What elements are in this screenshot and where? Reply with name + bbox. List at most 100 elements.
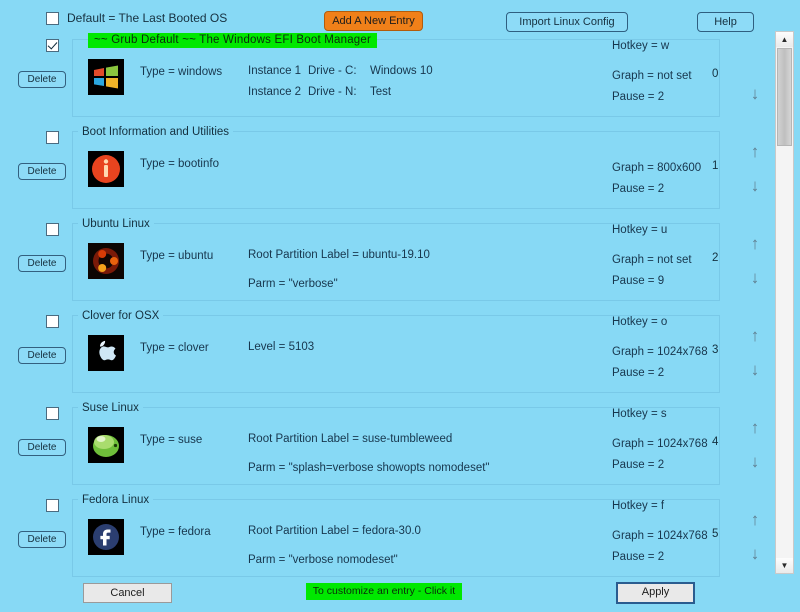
- entry-graph: Graph = 1024x768: [612, 346, 708, 358]
- delete-entry-button[interactable]: Delete: [18, 255, 66, 272]
- entry-index: 0: [712, 68, 719, 80]
- entry-graph: Graph = not set: [612, 70, 692, 82]
- help-button[interactable]: Help: [697, 12, 754, 32]
- entry-graph: Graph = 1024x768: [612, 438, 708, 450]
- entry-type-label: Type = ubuntu: [140, 250, 214, 262]
- instance-number: Instance 1: [248, 65, 302, 77]
- entry-enabled-checkbox[interactable]: [46, 131, 59, 144]
- entry-title: ~~ Grub Default ~~ The Windows EFI Boot …: [88, 33, 378, 48]
- entry-hotkey: Hotkey = s: [612, 408, 667, 420]
- entry-pause: Pause = 9: [612, 275, 665, 287]
- boot-entry-row[interactable]: Delete Ubuntu Linux Type = ubuntu Root Part…: [0, 215, 773, 307]
- boot-entry-row[interactable]: Delete Suse Linux Type = suse Root Partitio…: [0, 399, 773, 491]
- entry-instance-table: Instance 1 Drive - C: Windows 10 Instance 2…: [248, 61, 460, 103]
- entry-title: Suse Linux: [78, 402, 143, 414]
- entry-title: Fedora Linux: [78, 494, 154, 506]
- delete-entry-button[interactable]: Delete: [18, 163, 66, 180]
- entry-hotkey: Hotkey = f: [612, 500, 665, 512]
- entry-enabled-checkbox[interactable]: [46, 315, 59, 328]
- entry-title: Ubuntu Linux: [78, 218, 154, 230]
- delete-entry-button[interactable]: Delete: [18, 71, 66, 88]
- boot-entry-row[interactable]: Delete Clover for OSX Type = clover Level =…: [0, 307, 773, 399]
- entry-details: Root Partition Label = ubuntu-19.10 Parm …: [248, 245, 430, 295]
- boot-entry-row[interactable]: Delete Fedora Linux Type = fedora Root Part…: [0, 491, 773, 583]
- entry-detail-line: Parm = "verbose": [248, 278, 338, 290]
- entry-index: 4: [712, 436, 719, 448]
- scroll-down-icon[interactable]: ▼: [776, 558, 793, 573]
- delete-entry-button[interactable]: Delete: [18, 531, 66, 548]
- move-entry-up-icon[interactable]: ↑: [748, 509, 762, 531]
- boot-entry-row[interactable]: Delete ~~ Grub Default ~~ The Windows EFI…: [0, 31, 773, 123]
- entry-hotkey: Hotkey = u: [612, 224, 668, 236]
- entry-detail-line: Parm = "verbose nomodeset": [248, 554, 398, 566]
- bottom-bar: Cancel To customize an entry - Click it …: [0, 574, 800, 612]
- entry-title: Clover for OSX: [78, 310, 164, 322]
- move-entry-up-icon[interactable]: ↑: [748, 417, 762, 439]
- default-last-booted-checkbox[interactable]: [46, 11, 59, 25]
- boot-entry-list: Delete ~~ Grub Default ~~ The Windows EFI…: [0, 31, 773, 577]
- entry-index: 2: [712, 252, 719, 264]
- entry-hotkey: Hotkey = o: [612, 316, 668, 328]
- entry-details: Root Partition Label = suse-tumbleweed Pa…: [248, 429, 490, 479]
- delete-entry-button[interactable]: Delete: [18, 347, 66, 364]
- entry-type-label: Type = fedora: [140, 526, 211, 538]
- move-entry-up-icon[interactable]: ↑: [748, 325, 762, 347]
- move-entry-down-icon[interactable]: ↓: [748, 543, 762, 565]
- entry-enabled-checkbox[interactable]: [46, 39, 59, 52]
- entry-details: Root Partition Label = fedora-30.0 Parm =…: [248, 521, 421, 571]
- entry-type-label: Type = suse: [140, 434, 203, 446]
- customize-hint-banner: To customize an entry - Click it: [306, 583, 462, 600]
- instance-drive: Drive - N:: [308, 86, 357, 98]
- entry-pause: Pause = 2: [612, 367, 665, 379]
- info-circle-icon: [88, 151, 124, 187]
- entry-enabled-checkbox[interactable]: [46, 223, 59, 236]
- default-last-booted-label: Default = The Last Booted OS: [67, 11, 228, 25]
- list-scrollbar[interactable]: ▲ ▼: [775, 31, 794, 574]
- default-last-booted-row[interactable]: Default = The Last Booted OS: [46, 11, 227, 25]
- entry-index: 3: [712, 344, 719, 356]
- instance-drive: Drive - C:: [308, 65, 357, 77]
- entry-pause: Pause = 2: [612, 91, 665, 103]
- entry-graph: Graph = 1024x768: [612, 530, 708, 542]
- move-entry-down-icon[interactable]: ↓: [748, 175, 762, 197]
- instance-name: Test: [370, 86, 392, 98]
- entry-detail-line: Level = 5103: [248, 341, 315, 353]
- fedora-logo-icon: [88, 519, 124, 555]
- entry-title: Boot Information and Utilities: [78, 126, 234, 138]
- entry-type-label: Type = windows: [140, 66, 223, 78]
- entry-pause: Pause = 2: [612, 551, 665, 563]
- scrollbar-thumb[interactable]: [777, 48, 792, 146]
- windows-logo-icon: [88, 59, 124, 95]
- add-new-entry-button[interactable]: Add A New Entry: [324, 11, 423, 31]
- apply-button[interactable]: Apply: [616, 582, 695, 604]
- entry-details: Level = 5103: [248, 337, 314, 358]
- entry-detail-line: Root Partition Label = suse-tumbleweed: [248, 433, 453, 445]
- instance-row: Instance 1 Drive - C: Windows 10: [248, 61, 460, 82]
- move-entry-down-icon[interactable]: ↓: [748, 267, 762, 289]
- move-entry-down-icon[interactable]: ↓: [748, 451, 762, 473]
- instance-name: Windows 10: [370, 65, 433, 77]
- entry-type-label: Type = bootinfo: [140, 158, 219, 170]
- cancel-button[interactable]: Cancel: [83, 583, 172, 603]
- entry-detail-line: Root Partition Label = fedora-30.0: [248, 525, 421, 537]
- move-entry-down-icon[interactable]: ↓: [748, 83, 762, 105]
- instance-row: Instance 2 Drive - N: Test: [248, 82, 460, 103]
- entry-enabled-checkbox[interactable]: [46, 499, 59, 512]
- move-entry-up-icon[interactable]: ↑: [748, 141, 762, 163]
- entry-index: 5: [712, 528, 719, 540]
- delete-entry-button[interactable]: Delete: [18, 439, 66, 456]
- boot-entry-row[interactable]: Delete Boot Information and Utilities Type…: [0, 123, 773, 215]
- entry-enabled-checkbox[interactable]: [46, 407, 59, 420]
- entry-pause: Pause = 2: [612, 459, 665, 471]
- entry-pause: Pause = 2: [612, 183, 665, 195]
- entry-type-label: Type = clover: [140, 342, 209, 354]
- move-entry-up-icon[interactable]: ↑: [748, 233, 762, 255]
- entry-index: 1: [712, 160, 719, 172]
- instance-number: Instance 2: [248, 86, 302, 98]
- scroll-up-icon[interactable]: ▲: [776, 32, 793, 47]
- move-entry-down-icon[interactable]: ↓: [748, 359, 762, 381]
- ubuntu-logo-icon: [88, 243, 124, 279]
- apple-logo-icon: [88, 335, 124, 371]
- entry-graph: Graph = not set: [612, 254, 692, 266]
- import-linux-config-button[interactable]: Import Linux Config: [506, 12, 628, 32]
